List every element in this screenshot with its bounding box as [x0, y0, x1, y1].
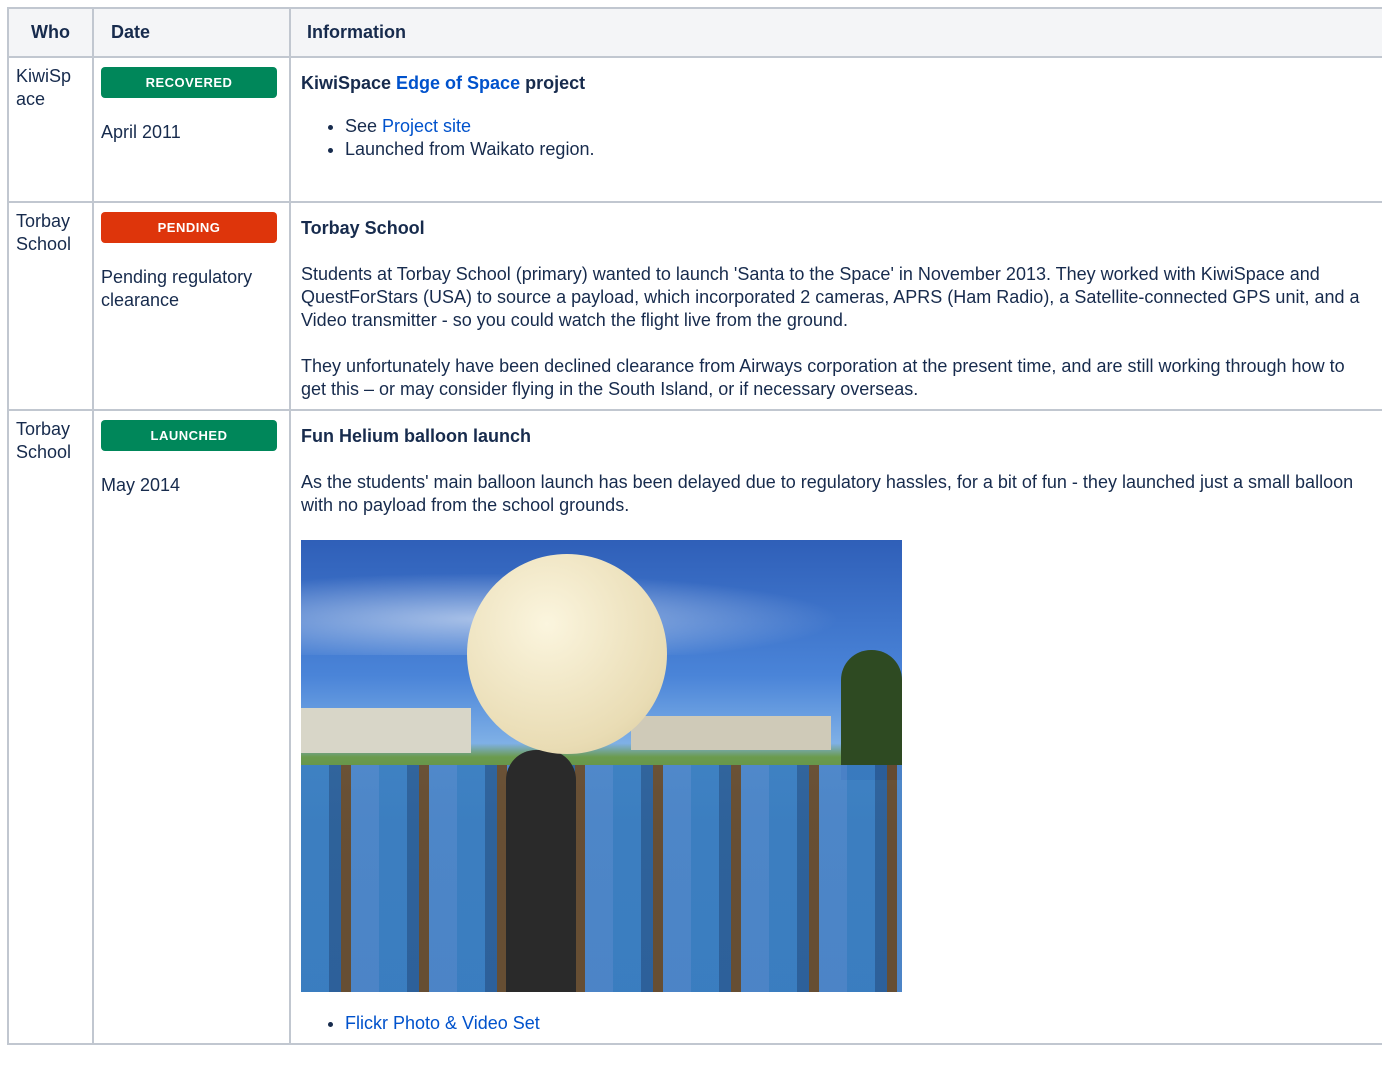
date-cell: RECOVERED April 2011	[92, 56, 291, 203]
photo-building	[631, 716, 831, 750]
photo-students	[301, 765, 902, 992]
title-prefix: KiwiSpace	[301, 73, 397, 93]
date-text: Pending regulatory clearance	[101, 267, 253, 310]
entry-title: Fun Helium balloon launch	[301, 426, 532, 446]
edge-of-space-link[interactable]: Edge of Space	[396, 73, 520, 93]
paragraph: As the students' main balloon launch has…	[301, 472, 1354, 515]
table-header-row: Who Date Information	[7, 7, 1382, 58]
paragraph: Students at Torbay School (primary) want…	[301, 264, 1360, 330]
bullet-list: See Project site Launched from Waikato r…	[301, 115, 1369, 161]
date-text: May 2014	[101, 475, 181, 495]
table-row: KiwiSp ace RECOVERED April 2011 KiwiSpac…	[7, 56, 1382, 203]
who-cell: Torbay School	[7, 409, 94, 1045]
date-cell: LAUNCHED May 2014	[92, 409, 291, 1045]
entry-title: KiwiSpace Edge of Space project	[301, 72, 1369, 95]
info-cell: Fun Helium balloon launch As the student…	[289, 409, 1382, 1045]
photo-balloon	[467, 554, 667, 754]
status-badge-pending: PENDING	[101, 212, 277, 243]
date-cell: PENDING Pending regulatory clearance	[92, 201, 291, 411]
flickr-set-link[interactable]: Flickr Photo & Video Set	[345, 1013, 540, 1033]
launch-table: Who Date Information KiwiSp ace RECOVERE…	[7, 7, 1382, 1045]
header-who: Who	[7, 7, 94, 58]
who-cell: Torbay School	[7, 201, 94, 411]
header-information: Information	[289, 7, 1382, 58]
status-badge-launched: LAUNCHED	[101, 420, 277, 451]
header-date: Date	[92, 7, 291, 58]
photo-person	[506, 750, 576, 992]
bullet-list: Flickr Photo & Video Set	[301, 1012, 1369, 1035]
photo-building	[301, 708, 471, 753]
info-cell: KiwiSpace Edge of Space project See Proj…	[289, 56, 1382, 203]
list-item: Launched from Waikato region.	[345, 138, 1369, 161]
info-cell: Torbay School Students at Torbay School …	[289, 201, 1382, 411]
project-site-link[interactable]: Project site	[382, 116, 471, 136]
list-item: See Project site	[345, 115, 1369, 138]
balloon-launch-photo[interactable]	[301, 540, 902, 992]
bullet-prefix: See	[345, 116, 383, 136]
paragraph: They unfortunately have been declined cl…	[301, 356, 1345, 399]
status-badge-recovered: RECOVERED	[101, 67, 277, 98]
table-row: Torbay School LAUNCHED May 2014 Fun Heli…	[7, 409, 1382, 1045]
who-cell: KiwiSp ace	[7, 56, 94, 203]
title-suffix: project	[520, 73, 586, 93]
photo-tree	[841, 650, 902, 780]
table-row: Torbay School PENDING Pending regulatory…	[7, 201, 1382, 411]
entry-title: Torbay School	[301, 218, 425, 238]
list-item: Flickr Photo & Video Set	[345, 1012, 1369, 1035]
date-text: April 2011	[101, 122, 181, 142]
